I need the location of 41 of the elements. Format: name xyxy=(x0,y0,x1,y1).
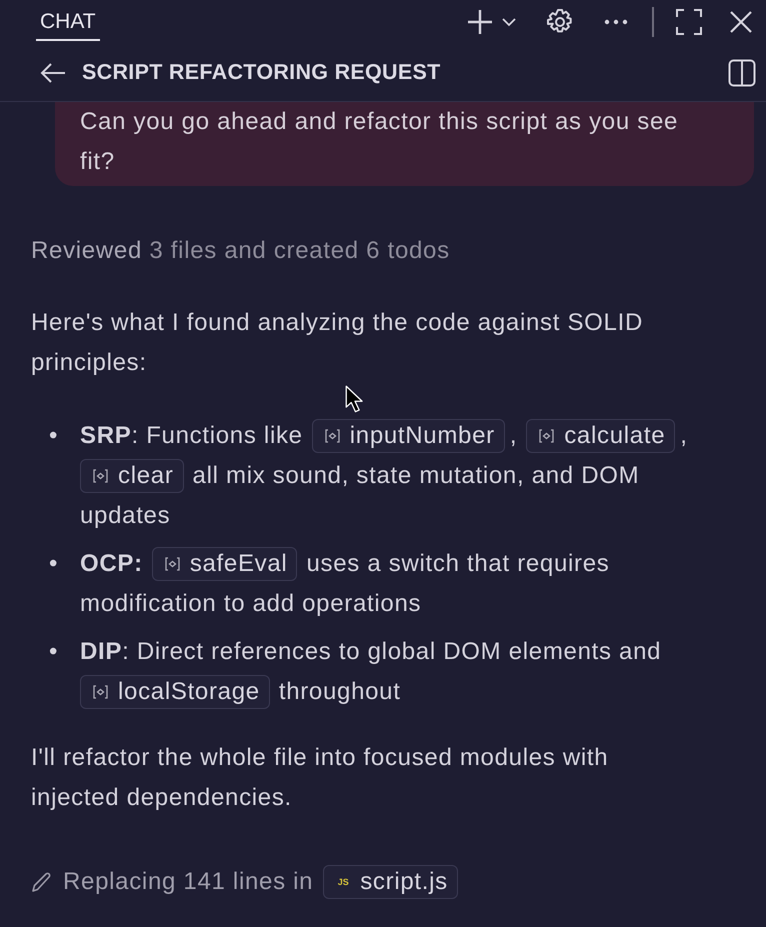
code-symbol-chip[interactable]: clear xyxy=(80,459,184,493)
bullet-text: , xyxy=(680,421,688,451)
bullet-text: uses a switch that requires xyxy=(306,549,610,579)
close-icon[interactable] xyxy=(730,11,752,33)
code-symbol-chip[interactable]: calculate xyxy=(526,419,676,453)
bullet-text: updates xyxy=(80,501,170,531)
bullet-marker: • xyxy=(49,422,58,449)
symbol-icon xyxy=(324,429,340,443)
split-panel-icon[interactable] xyxy=(728,58,756,86)
bullet-marker: • xyxy=(49,638,58,665)
bullet-text: modification to add operations xyxy=(80,589,422,619)
bullet-text: , xyxy=(510,421,518,451)
user-message: Can you go ahead and refactor this script as you see fit? xyxy=(80,107,680,177)
file-chip[interactable]: JS script.js xyxy=(323,865,458,899)
pencil-icon xyxy=(31,871,53,893)
bullet-text: throughout xyxy=(278,677,401,707)
intro-paragraph: Here's what I found analyzing the code against SOLID principles: xyxy=(31,308,644,378)
bullet-text: SRP: Functions like xyxy=(80,421,303,451)
cursor-icon xyxy=(345,385,365,415)
bullet-text: OCP: xyxy=(80,549,143,579)
plus-icon[interactable] xyxy=(466,8,494,36)
code-symbol-chip[interactable]: inputNumber xyxy=(312,419,505,453)
chat-tab[interactable]: CHAT xyxy=(36,2,100,41)
js-file-icon: JS xyxy=(336,875,350,889)
code-symbol-chip[interactable]: safeEval xyxy=(152,547,298,581)
bullet-text: all mix sound, state mutation, and DOM xyxy=(192,461,640,491)
maximize-icon[interactable] xyxy=(676,9,702,35)
symbol-icon xyxy=(93,469,108,483)
more-icon[interactable] xyxy=(604,19,628,25)
symbol-icon xyxy=(93,685,108,699)
edit-status-text: Replacing 141 lines in xyxy=(63,867,314,897)
symbol-icon xyxy=(539,429,554,443)
bullet-marker: • xyxy=(49,550,58,577)
progress-text: Reviewed 3 files and created 6 todos xyxy=(31,236,451,266)
bullet-text: DIP: Direct references to global DOM elements and xyxy=(80,637,662,667)
chevron-down-icon[interactable] xyxy=(502,18,516,26)
conclusion-paragraph: I'll refactor the whole file into focused modules with injected dependencies. xyxy=(31,743,610,813)
chat-title: SCRIPT REFACTORING REQUEST xyxy=(82,60,441,85)
code-symbol-chip[interactable]: localStorage xyxy=(80,675,270,709)
symbol-icon xyxy=(164,557,180,571)
back-arrow-icon[interactable] xyxy=(40,62,66,84)
